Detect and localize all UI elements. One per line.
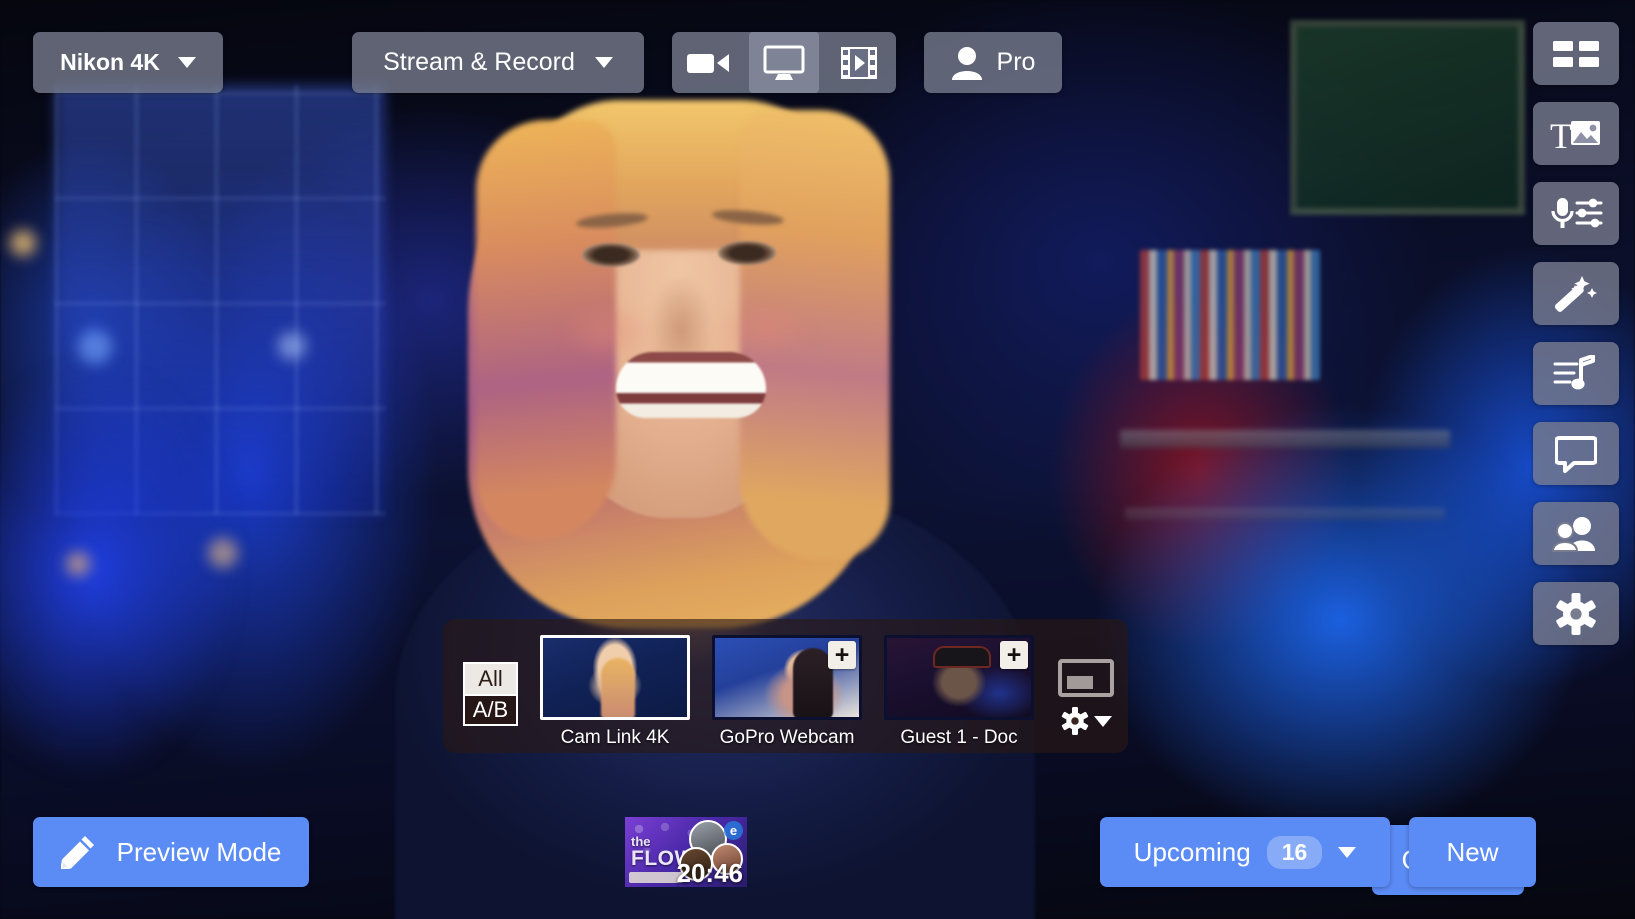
- source-item[interactable]: Cam Link 4K: [540, 635, 690, 749]
- pip-layout-icon[interactable]: [1058, 659, 1114, 697]
- camera-source-select[interactable]: Nikon 4K: [33, 32, 223, 93]
- gear-icon: [1061, 707, 1088, 735]
- gear-icon: [1556, 592, 1596, 635]
- background-blue-light: [0, 360, 240, 780]
- upcoming-button[interactable]: Upcoming 16: [1100, 817, 1390, 887]
- source-list: Cam Link 4K + GoPro Webcam + Guest 1 - D…: [540, 635, 1034, 749]
- source-thumbnail[interactable]: +: [884, 635, 1034, 720]
- sidebar-item-audio[interactable]: [1533, 182, 1619, 245]
- view-mode-camera[interactable]: [674, 32, 744, 93]
- camera-source-label: Nikon 4K: [60, 49, 160, 75]
- background-bokeh: [208, 538, 238, 568]
- platform-badge: e: [724, 821, 743, 840]
- sidebar-item-effects[interactable]: [1533, 262, 1619, 325]
- background-bokeh: [10, 230, 36, 256]
- source-label: GoPro Webcam: [719, 727, 855, 748]
- magic-wand-icon: [1555, 275, 1597, 312]
- video-preview-canvas[interactable]: [0, 0, 1635, 919]
- broadcast-timer: 20:46: [676, 857, 744, 887]
- sidebar-item-settings[interactable]: [1533, 582, 1619, 645]
- account-button[interactable]: Pro: [924, 32, 1062, 93]
- svg-text:T: T: [1550, 116, 1572, 153]
- toggle-ab[interactable]: A/B: [463, 694, 518, 726]
- broadcast-thumbnail[interactable]: the FLOW e 20:46: [625, 817, 747, 887]
- music-playlist-icon: [1553, 354, 1595, 389]
- add-source-icon[interactable]: +: [828, 641, 856, 669]
- subject-cheek: [718, 298, 813, 360]
- go-live-group: the FLOW e 20:46 Go Live: [625, 817, 1524, 895]
- chevron-down-icon: [594, 57, 613, 68]
- pencil-icon: [60, 836, 94, 869]
- film-strip-icon: [840, 46, 877, 79]
- source-label: Cam Link 4K: [560, 727, 670, 748]
- app-window: Nikon 4K Stream & Record Pro T All A/B C…: [0, 0, 1635, 919]
- background-bokeh: [66, 552, 90, 576]
- preview-mode-label: Preview Mode: [116, 836, 282, 867]
- source-switcher-panel: All A/B Cam Link 4K + GoPro Webcam + Gue…: [443, 619, 1128, 753]
- comment-bubble-icon: [1555, 435, 1597, 473]
- sidebar-item-guests[interactable]: [1533, 502, 1619, 565]
- microphone-sliders-icon: [1551, 197, 1603, 228]
- video-camera-icon: [687, 53, 730, 73]
- person-icon: [951, 46, 982, 80]
- subject-person: [300, 0, 1120, 919]
- source-strip-controls: [1058, 635, 1114, 735]
- view-mode-clips[interactable]: [824, 32, 894, 93]
- people-icon: [1551, 516, 1595, 552]
- background-shelf: [1125, 508, 1445, 520]
- upcoming-count-badge: 16: [1266, 835, 1323, 869]
- subject-eye: [582, 243, 640, 267]
- source-thumbnail[interactable]: +: [712, 635, 862, 720]
- new-button[interactable]: New: [1409, 817, 1536, 887]
- source-thumbnail[interactable]: [540, 635, 690, 720]
- preview-mode-button[interactable]: Preview Mode: [33, 817, 309, 887]
- bottom-toolbar: Preview Mode the FLOW e 20:46 Go Live: [0, 809, 1635, 919]
- account-label: Pro: [996, 48, 1036, 76]
- view-mode-screen[interactable]: [748, 32, 819, 93]
- new-label: New: [1446, 836, 1499, 867]
- top-toolbar: Nikon 4K Stream & Record Pro: [0, 0, 1635, 110]
- text-image-icon: T: [1550, 116, 1600, 153]
- background-shelf: [1120, 430, 1450, 448]
- chevron-down-icon: [177, 57, 196, 68]
- view-mode-toggle: [672, 32, 896, 93]
- sidebar-item-chat[interactable]: [1533, 422, 1619, 485]
- right-sidebar: T: [1533, 22, 1619, 645]
- source-preview-image: [543, 638, 687, 717]
- background-bookshelf: [1140, 250, 1320, 380]
- sidebar-item-music[interactable]: [1533, 342, 1619, 405]
- subject-mouth: [616, 352, 766, 418]
- upcoming-label: Upcoming: [1133, 836, 1251, 867]
- subject-nose: [650, 275, 712, 353]
- source-label: Guest 1 - Doc: [900, 727, 1018, 748]
- toggle-all[interactable]: All: [463, 662, 518, 694]
- background-bokeh: [78, 330, 112, 364]
- add-source-icon[interactable]: +: [1000, 641, 1028, 669]
- source-settings-button[interactable]: [1061, 707, 1112, 735]
- monitor-icon: [763, 45, 805, 80]
- chevron-down-icon: [1338, 846, 1357, 858]
- subject-eye: [718, 241, 776, 265]
- grid-layout-icon: [1553, 40, 1599, 67]
- sidebar-item-layouts[interactable]: [1533, 22, 1619, 85]
- subject-cheek: [558, 300, 653, 362]
- source-item[interactable]: + GoPro Webcam: [712, 635, 862, 749]
- sidebar-item-overlays[interactable]: T: [1533, 102, 1619, 165]
- chevron-down-icon: [1093, 715, 1112, 727]
- broadcast-mode-select[interactable]: Stream & Record: [352, 32, 644, 93]
- all-ab-toggle: All A/B: [463, 662, 518, 726]
- broadcast-mode-label: Stream & Record: [383, 48, 575, 76]
- source-item[interactable]: + Guest 1 - Doc: [884, 635, 1034, 749]
